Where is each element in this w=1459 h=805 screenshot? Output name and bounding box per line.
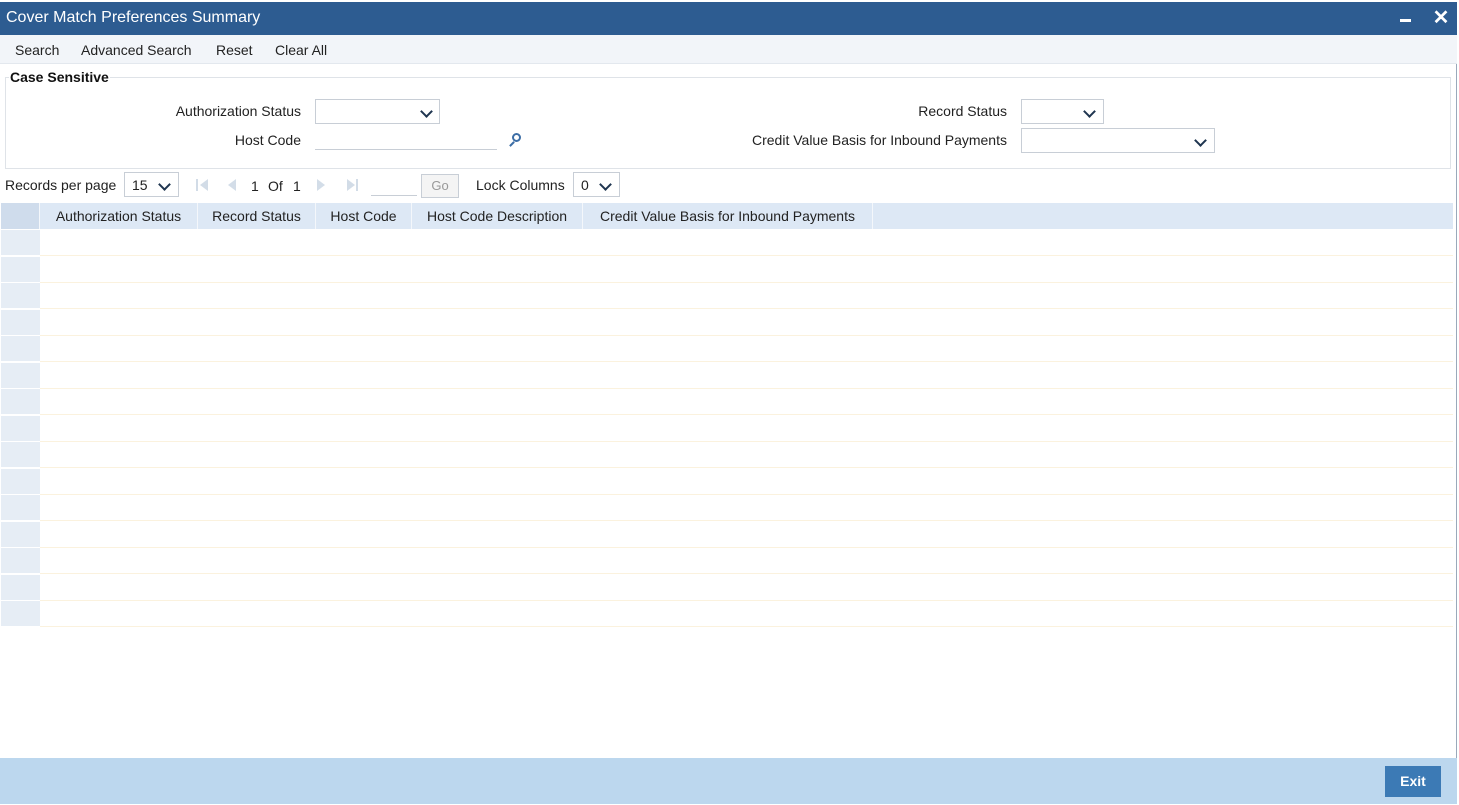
row-select-cell[interactable] xyxy=(1,283,40,309)
next-page-icon xyxy=(317,179,325,191)
chevron-down-icon xyxy=(1194,134,1207,147)
row-select-cell[interactable] xyxy=(1,574,40,601)
advanced-search-button[interactable]: Advanced Search xyxy=(81,42,192,58)
lock-columns-value: 0 xyxy=(581,177,589,193)
close-button[interactable]: ✕ xyxy=(1431,7,1451,29)
first-page-icon xyxy=(196,179,198,191)
authorization-status-label: Authorization Status xyxy=(175,103,301,119)
column-header-host-code-description[interactable]: Host Code Description xyxy=(412,203,583,229)
title-bar: Cover Match Preferences Summary ✕ xyxy=(0,2,1457,35)
last-page-icon xyxy=(347,179,355,191)
column-header-record-status[interactable]: Record Status xyxy=(198,203,316,229)
record-status-select[interactable] xyxy=(1021,99,1104,124)
table-row[interactable] xyxy=(1,362,1453,389)
close-icon: ✕ xyxy=(1432,7,1450,29)
table-row[interactable] xyxy=(1,230,1453,256)
go-button[interactable]: Go xyxy=(421,174,459,198)
authorization-status-select[interactable] xyxy=(315,99,440,124)
row-select-cell[interactable] xyxy=(1,389,40,415)
column-header-credit-value-basis[interactable]: Credit Value Basis for Inbound Payments xyxy=(583,203,873,229)
host-code-input[interactable] xyxy=(315,126,497,150)
table-row[interactable] xyxy=(1,495,1453,521)
clear-all-button[interactable]: Clear All xyxy=(275,42,327,58)
reset-button[interactable]: Reset xyxy=(216,42,253,58)
column-header-authorization-status[interactable]: Authorization Status xyxy=(40,203,198,229)
lock-columns-label: Lock Columns xyxy=(476,177,565,193)
table-row[interactable] xyxy=(1,309,1453,336)
row-select-cell[interactable] xyxy=(1,230,40,256)
row-select-cell[interactable] xyxy=(1,468,40,495)
table-row[interactable] xyxy=(1,256,1453,283)
results-grid-header: Authorization Status Record Status Host … xyxy=(1,203,1453,229)
search-icon[interactable] xyxy=(508,133,522,147)
table-row[interactable] xyxy=(1,283,1453,309)
window-title: Cover Match Preferences Summary xyxy=(6,9,261,26)
table-row[interactable] xyxy=(1,415,1453,442)
chevron-down-icon xyxy=(420,105,433,118)
host-code-label: Host Code xyxy=(234,132,301,148)
footer-bar xyxy=(0,758,1457,804)
row-select-cell[interactable] xyxy=(1,601,40,627)
chevron-down-icon xyxy=(158,178,171,191)
table-row[interactable] xyxy=(1,468,1453,495)
minimize-button[interactable] xyxy=(1396,7,1416,29)
table-row[interactable] xyxy=(1,336,1453,362)
table-row[interactable] xyxy=(1,601,1453,627)
row-select-cell[interactable] xyxy=(1,309,40,336)
next-page-button[interactable] xyxy=(315,178,329,192)
minimize-icon xyxy=(1400,19,1411,22)
current-page: 1 xyxy=(251,178,259,194)
chevron-down-icon xyxy=(599,178,612,191)
row-select-cell[interactable] xyxy=(1,415,40,442)
row-select-cell[interactable] xyxy=(1,362,40,389)
toolbar: Search Advanced Search Reset Clear All xyxy=(0,35,1457,64)
table-row[interactable] xyxy=(1,574,1453,601)
records-per-page-label: Records per page xyxy=(5,177,117,193)
record-status-label: Record Status xyxy=(918,103,1007,119)
chevron-down-icon xyxy=(1083,105,1096,118)
previous-page-button[interactable] xyxy=(227,178,241,192)
of-label: Of xyxy=(268,178,283,194)
records-per-page-select[interactable]: 15 xyxy=(124,172,179,197)
lock-columns-select[interactable]: 0 xyxy=(573,172,620,197)
table-row[interactable] xyxy=(1,548,1453,574)
column-header-host-code[interactable]: Host Code xyxy=(316,203,412,229)
credit-value-basis-label: Credit Value Basis for Inbound Payments xyxy=(752,132,1007,148)
row-select-cell[interactable] xyxy=(1,256,40,283)
table-row[interactable] xyxy=(1,442,1453,468)
exit-button[interactable]: Exit xyxy=(1385,766,1441,797)
search-button[interactable]: Search xyxy=(15,42,59,58)
first-page-button[interactable] xyxy=(196,178,210,192)
total-pages: 1 xyxy=(293,178,301,194)
table-row[interactable] xyxy=(1,521,1453,548)
criteria-fieldset xyxy=(5,77,1451,169)
previous-page-icon xyxy=(228,179,236,191)
page-number-input[interactable] xyxy=(371,175,417,196)
case-sensitive-legend: Case Sensitive xyxy=(9,69,110,85)
row-select-cell[interactable] xyxy=(1,548,40,574)
row-select-cell[interactable] xyxy=(1,521,40,548)
credit-value-basis-select[interactable] xyxy=(1021,128,1215,153)
row-select-cell[interactable] xyxy=(1,442,40,468)
last-page-button[interactable] xyxy=(346,178,360,192)
records-per-page-value: 15 xyxy=(132,177,148,193)
row-select-cell[interactable] xyxy=(1,336,40,362)
summary-window: Cover Match Preferences Summary ✕ Search… xyxy=(0,2,1457,804)
select-all-column[interactable] xyxy=(1,203,40,229)
table-row[interactable] xyxy=(1,389,1453,415)
row-select-cell[interactable] xyxy=(1,495,40,521)
